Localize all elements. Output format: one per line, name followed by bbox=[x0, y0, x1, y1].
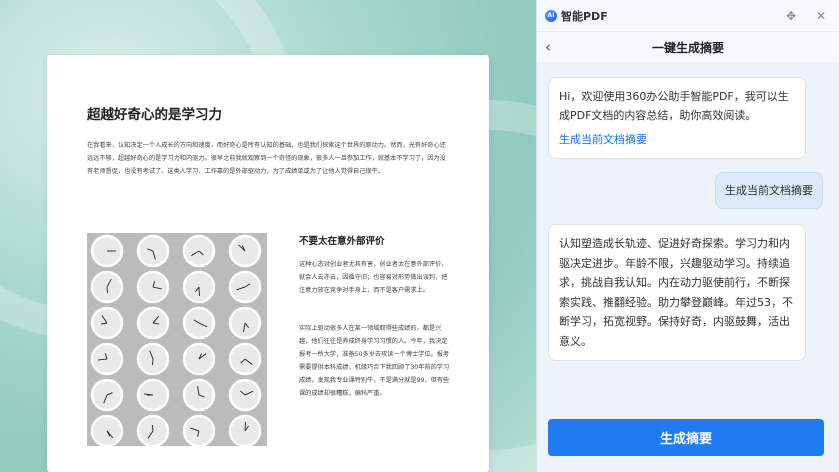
clock bbox=[90, 414, 124, 448]
move-icon[interactable]: ✥ bbox=[781, 9, 801, 23]
clock bbox=[136, 306, 170, 340]
clock bbox=[228, 378, 262, 412]
document-page: 超越好奇心的是学习力 在我看来，认知决定一个人成长的方向和速度，而好奇心是所有认… bbox=[47, 55, 489, 472]
clock bbox=[90, 234, 124, 268]
clock bbox=[136, 234, 170, 268]
clock bbox=[182, 342, 216, 376]
clock bbox=[136, 342, 170, 376]
clocks-image bbox=[87, 233, 267, 448]
summary-message: 认知塑造成长轨迹、促进好奇探索。学习力和内驱决定进步。年龄不限，兴趣驱动学习。持… bbox=[548, 224, 806, 361]
clock bbox=[228, 234, 262, 268]
user-message: 生成当前文档摘要 bbox=[715, 172, 823, 209]
app-title: 智能PDF bbox=[561, 9, 608, 23]
clock bbox=[182, 270, 216, 304]
clock bbox=[90, 378, 124, 412]
close-icon[interactable]: ✕ bbox=[811, 9, 831, 23]
clock bbox=[228, 414, 262, 448]
clock bbox=[136, 270, 170, 304]
document-title: 超越好奇心的是学习力 bbox=[87, 107, 222, 123]
clock bbox=[182, 378, 216, 412]
greeting-text: Hi，欢迎使用360办公助手智能PDF，我可以生成PDF文档的内容总结，助你高效… bbox=[559, 90, 789, 122]
clock bbox=[90, 342, 124, 376]
header-title: 一键生成摘要 bbox=[651, 41, 724, 55]
assistant-message: Hi，欢迎使用360办公助手智能PDF，我可以生成PDF文档的内容总结，助你高效… bbox=[548, 77, 806, 159]
generate-summary-link[interactable]: 生成当前文档摘要 bbox=[559, 130, 795, 149]
document-subtitle: 不要太在意外部评价 bbox=[299, 236, 385, 247]
back-icon[interactable]: ‹ bbox=[545, 38, 551, 56]
document-paragraph: 在我看来，认知决定一个人成长的方向和速度，而好奇心是所有认知的基础，也是我们探索… bbox=[87, 142, 446, 175]
ai-logo-icon: AI bbox=[545, 9, 557, 22]
document-paragraph: 实际上驱动很多人在某一领域取得些成绩的，都是兴趣，他们往往是养成终身学习习惯的人… bbox=[299, 325, 450, 397]
document-viewer-background: 超越好奇心的是学习力 在我看来，认知决定一个人成长的方向和速度，而好奇心是所有认… bbox=[0, 0, 536, 472]
clock bbox=[228, 306, 262, 340]
clock bbox=[90, 306, 124, 340]
clock bbox=[182, 306, 216, 340]
smart-pdf-panel: AI 智能PDF ✥ ✕ ‹ 一键生成摘要 Hi，欢迎使用360办公助手智能PD… bbox=[536, 0, 839, 472]
clock bbox=[228, 342, 262, 376]
panel-titlebar: AI 智能PDF ✥ ✕ bbox=[537, 0, 839, 32]
clock bbox=[228, 270, 262, 304]
clock bbox=[182, 234, 216, 268]
generate-summary-button[interactable]: 生成摘要 bbox=[548, 419, 824, 456]
clock bbox=[182, 414, 216, 448]
clock bbox=[136, 414, 170, 448]
clock bbox=[90, 270, 124, 304]
panel-header: ‹ 一键生成摘要 bbox=[537, 32, 839, 63]
clock bbox=[136, 378, 170, 412]
document-paragraph: 这种心态对创业者尤其有害，创业者太在意外部评价，就会人云亦云，因循守旧；也容易对… bbox=[299, 261, 448, 294]
